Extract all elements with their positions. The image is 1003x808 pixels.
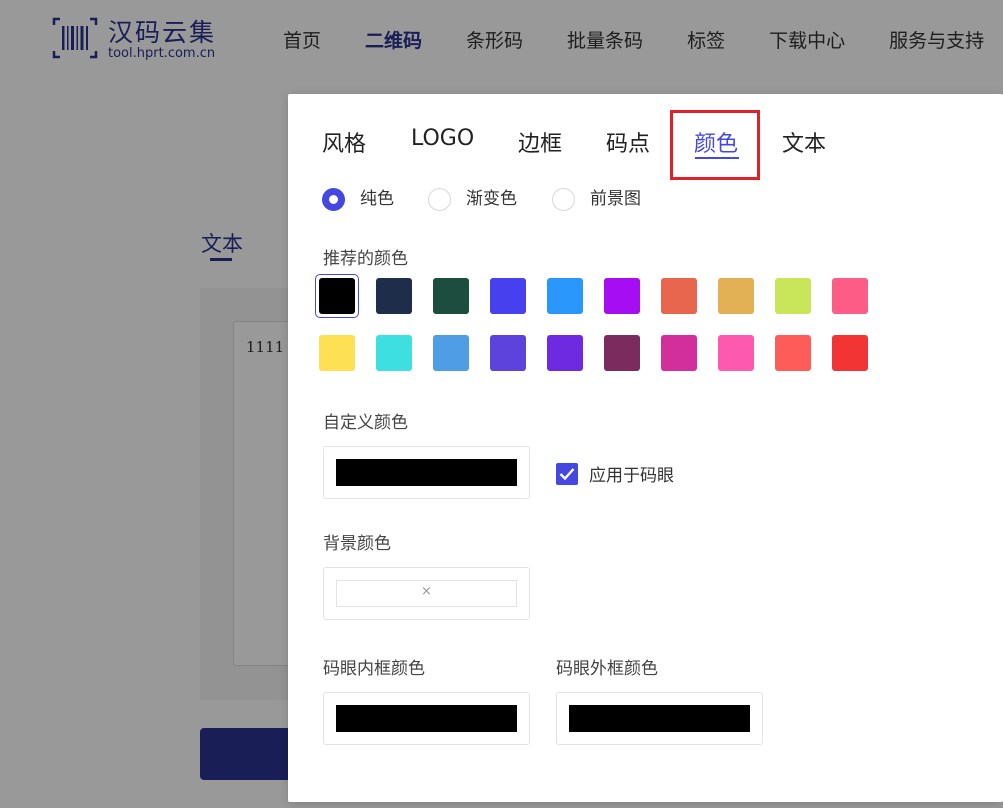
color-swatch[interactable] <box>376 278 412 314</box>
color-swatch[interactable] <box>832 335 868 371</box>
tab-style[interactable]: 风格 <box>322 126 366 158</box>
radio-unchecked-icon <box>428 188 451 211</box>
tab-dots[interactable]: 码点 <box>606 126 650 158</box>
custom-color-picker[interactable] <box>323 446 530 499</box>
recommended-colors-label: 推荐的颜色 <box>323 249 408 269</box>
color-swatch[interactable] <box>490 278 526 314</box>
color-swatch[interactable] <box>718 278 754 314</box>
eye-inner-color-picker[interactable] <box>323 692 530 745</box>
color-swatch[interactable] <box>376 335 412 371</box>
radio-gradient[interactable]: 渐变色 <box>428 188 528 212</box>
eye-inner-color-label: 码眼内框颜色 <box>323 659 425 679</box>
color-swatch[interactable] <box>775 335 811 371</box>
tab-logo[interactable]: LOGO <box>411 126 474 151</box>
empty-color-icon: × <box>421 584 432 599</box>
color-swatch[interactable] <box>832 278 868 314</box>
color-swatch[interactable] <box>604 335 640 371</box>
color-swatch[interactable] <box>547 335 583 371</box>
selected-swatch-outline <box>315 274 359 318</box>
radio-foreground-image[interactable]: 前景图 <box>552 188 652 212</box>
eye-outer-color-picker[interactable] <box>556 692 763 745</box>
background-color-empty-preview: × <box>336 580 517 607</box>
radio-unchecked-icon <box>552 188 575 211</box>
apply-to-eye-checkbox[interactable] <box>556 463 578 485</box>
background-color-picker[interactable]: × <box>323 567 530 620</box>
checkmark-icon <box>559 468 575 481</box>
color-swatch[interactable] <box>433 278 469 314</box>
color-swatch[interactable] <box>547 278 583 314</box>
custom-color-preview <box>336 459 517 486</box>
tab-highlight-box <box>670 110 760 180</box>
color-swatch[interactable] <box>604 278 640 314</box>
style-settings-dialog: 风格 LOGO 边框 码点 颜色 文本 纯色 渐变色 前景图 推荐的颜色 自定义… <box>288 94 1003 802</box>
tab-text[interactable]: 文本 <box>782 126 826 158</box>
radio-gradient-label: 渐变色 <box>466 189 517 209</box>
radio-solid-color[interactable]: 纯色 <box>322 188 402 212</box>
color-swatch[interactable] <box>661 335 697 371</box>
background-color-label: 背景颜色 <box>323 534 391 554</box>
radio-solid-label: 纯色 <box>360 189 394 209</box>
color-swatch[interactable] <box>433 335 469 371</box>
radio-checked-icon <box>322 188 345 211</box>
apply-to-eye-label: 应用于码眼 <box>589 466 674 486</box>
color-swatch[interactable] <box>490 335 526 371</box>
eye-inner-color-preview <box>336 705 517 732</box>
custom-color-label: 自定义颜色 <box>323 413 408 433</box>
eye-outer-color-preview <box>569 705 750 732</box>
color-swatch[interactable] <box>775 278 811 314</box>
color-swatch[interactable] <box>319 335 355 371</box>
tab-border[interactable]: 边框 <box>518 126 562 158</box>
radio-foreground-label: 前景图 <box>590 189 641 209</box>
color-swatch[interactable] <box>661 278 697 314</box>
color-swatch[interactable] <box>718 335 754 371</box>
eye-outer-color-label: 码眼外框颜色 <box>556 659 658 679</box>
